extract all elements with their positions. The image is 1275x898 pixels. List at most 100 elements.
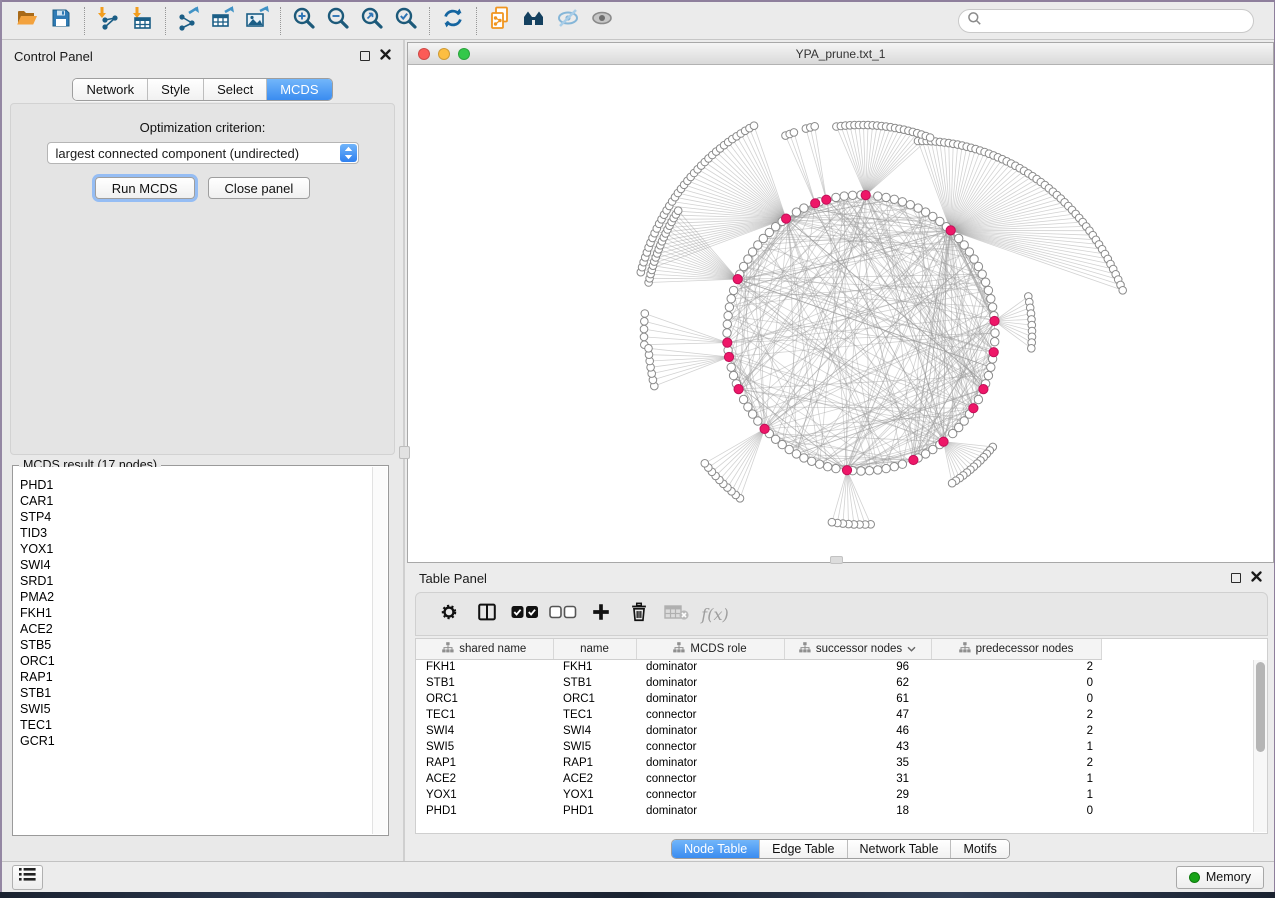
table-cell[interactable]: 2 xyxy=(931,723,1101,739)
show-all-button[interactable] xyxy=(585,6,619,36)
mcds-result-item[interactable]: TID3 xyxy=(14,525,372,541)
close-panel-icon[interactable] xyxy=(1251,569,1262,587)
table-cell[interactable]: connector xyxy=(636,707,784,723)
memory-button[interactable]: Memory xyxy=(1176,866,1264,889)
table-row[interactable]: ORC1ORC1dominator610 xyxy=(416,691,1256,707)
table-cell[interactable]: 18 xyxy=(784,803,931,819)
export-image-button[interactable] xyxy=(240,6,274,36)
table-cell[interactable]: 46 xyxy=(784,723,931,739)
table-row[interactable]: PHD1PHD1dominator180 xyxy=(416,803,1256,819)
table-cell[interactable]: 1 xyxy=(931,771,1101,787)
mcds-result-item[interactable]: GCR1 xyxy=(14,733,372,749)
show-columns-button[interactable] xyxy=(468,597,506,631)
tab-network[interactable]: Network xyxy=(73,79,147,100)
table-settings-button[interactable] xyxy=(430,597,468,631)
table-cell[interactable]: PHD1 xyxy=(553,803,636,819)
table-cell[interactable]: dominator xyxy=(636,675,784,691)
table-cell[interactable]: connector xyxy=(636,787,784,803)
table-cell[interactable]: FKH1 xyxy=(416,659,553,675)
hide-selected-button[interactable] xyxy=(551,6,585,36)
close-panel-button[interactable]: Close panel xyxy=(208,177,311,199)
table-cell[interactable]: SWI4 xyxy=(553,723,636,739)
table-cell[interactable]: connector xyxy=(636,739,784,755)
table-cell[interactable]: 35 xyxy=(784,755,931,771)
table-row[interactable]: RAP1RAP1dominator352 xyxy=(416,755,1256,771)
deselect-all-rows-button[interactable] xyxy=(544,597,582,631)
mcds-result-item[interactable]: CAR1 xyxy=(14,493,372,509)
mcds-list-scrollbar[interactable] xyxy=(372,467,387,834)
show-task-history-button[interactable] xyxy=(12,865,43,890)
import-network-button[interactable] xyxy=(91,6,125,36)
table-cell[interactable]: dominator xyxy=(636,755,784,771)
table-cell[interactable]: 29 xyxy=(784,787,931,803)
mcds-result-item[interactable]: PMA2 xyxy=(14,589,372,605)
mcds-result-item[interactable]: SWI5 xyxy=(14,701,372,717)
mcds-result-item[interactable]: SWI4 xyxy=(14,557,372,573)
table-cell[interactable]: dominator xyxy=(636,659,784,675)
table-cell[interactable]: connector xyxy=(636,771,784,787)
table-row[interactable]: ACE2ACE2connector311 xyxy=(416,771,1256,787)
network-window-titlebar[interactable]: YPA_prune.txt_1 xyxy=(408,43,1273,65)
table-cell[interactable]: 0 xyxy=(931,675,1101,691)
mcds-result-item[interactable]: ACE2 xyxy=(14,621,372,637)
tab-network-table[interactable]: Network Table xyxy=(847,840,951,858)
tab-style[interactable]: Style xyxy=(147,79,203,100)
table-cell[interactable]: 62 xyxy=(784,675,931,691)
create-column-button[interactable] xyxy=(582,597,620,631)
column-header-successor-nodes[interactable]: successor nodes xyxy=(784,639,931,659)
table-cell[interactable]: 61 xyxy=(784,691,931,707)
table-row[interactable]: FKH1FKH1dominator962 xyxy=(416,659,1256,675)
table-cell[interactable]: 0 xyxy=(931,691,1101,707)
run-mcds-button[interactable]: Run MCDS xyxy=(95,177,195,199)
mcds-result-item[interactable]: ORC1 xyxy=(14,653,372,669)
mcds-result-item[interactable]: PHD1 xyxy=(14,477,372,493)
table-cell[interactable]: 47 xyxy=(784,707,931,723)
table-cell[interactable]: FKH1 xyxy=(553,659,636,675)
table-cell[interactable]: 1 xyxy=(931,787,1101,803)
column-header-predecessor-nodes[interactable]: predecessor nodes xyxy=(931,639,1101,659)
zoom-selected-button[interactable] xyxy=(389,6,423,36)
table-row[interactable]: YOX1YOX1connector291 xyxy=(416,787,1256,803)
zoom-out-button[interactable] xyxy=(321,6,355,36)
network-graph[interactable] xyxy=(408,65,1273,562)
table-cell[interactable]: RAP1 xyxy=(416,755,553,771)
tab-edge-table[interactable]: Edge Table xyxy=(759,840,846,858)
table-cell[interactable]: dominator xyxy=(636,723,784,739)
tab-node-table[interactable]: Node Table xyxy=(672,840,759,858)
table-cell[interactable]: SWI5 xyxy=(553,739,636,755)
mcds-result-item[interactable]: STB5 xyxy=(14,637,372,653)
table-row[interactable]: SWI4SWI4dominator462 xyxy=(416,723,1256,739)
network-nodes[interactable] xyxy=(637,121,1127,528)
optimization-criterion-select[interactable]: largest connected component (undirected) xyxy=(47,142,359,164)
table-cell[interactable]: 1 xyxy=(931,739,1101,755)
table-row[interactable]: TEC1TEC1connector472 xyxy=(416,707,1256,723)
table-cell[interactable]: ACE2 xyxy=(416,771,553,787)
mcds-result-item[interactable]: FKH1 xyxy=(14,605,372,621)
table-cell[interactable]: TEC1 xyxy=(553,707,636,723)
import-table-button[interactable] xyxy=(125,6,159,36)
table-cell[interactable]: 2 xyxy=(931,707,1101,723)
table-cell[interactable]: YOX1 xyxy=(553,787,636,803)
table-scrollbar[interactable] xyxy=(1253,660,1267,832)
table-cell[interactable]: STB1 xyxy=(416,675,553,691)
table-cell[interactable]: ORC1 xyxy=(553,691,636,707)
horizontal-splitter-handle[interactable] xyxy=(830,556,843,564)
table-cell[interactable]: SWI5 xyxy=(416,739,553,755)
mcds-result-item[interactable]: STP4 xyxy=(14,509,372,525)
column-header-name[interactable]: name xyxy=(553,639,636,659)
table-cell[interactable]: PHD1 xyxy=(416,803,553,819)
table-cell[interactable]: 2 xyxy=(931,755,1101,771)
mcds-result-item[interactable]: RAP1 xyxy=(14,669,372,685)
table-cell[interactable]: dominator xyxy=(636,803,784,819)
table-cell[interactable]: STB1 xyxy=(553,675,636,691)
table-cell[interactable]: 31 xyxy=(784,771,931,787)
mcds-result-item[interactable]: YOX1 xyxy=(14,541,372,557)
table-cell[interactable]: ACE2 xyxy=(553,771,636,787)
table-cell[interactable]: ORC1 xyxy=(416,691,553,707)
table-row[interactable]: SWI5SWI5connector431 xyxy=(416,739,1256,755)
first-neighbors-button[interactable] xyxy=(517,6,551,36)
column-header-MCDS-role[interactable]: MCDS role xyxy=(636,639,784,659)
close-panel-icon[interactable] xyxy=(380,47,391,65)
network-canvas[interactable] xyxy=(408,65,1273,562)
table-cell[interactable]: 43 xyxy=(784,739,931,755)
